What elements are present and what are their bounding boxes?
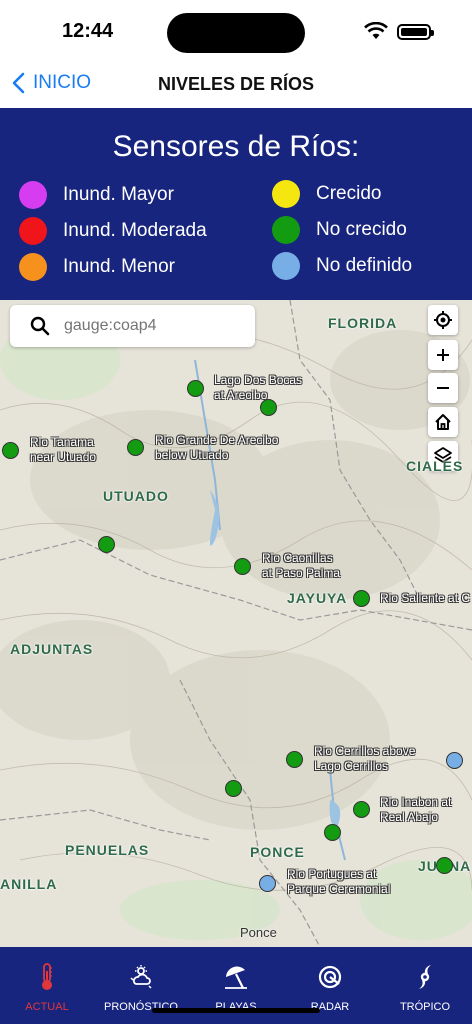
minus-icon xyxy=(437,387,449,389)
gauge-label[interactable]: Rio Cerrillos above Lago Cerrillos xyxy=(314,744,415,774)
gauge-label[interactable]: Rio Grande De Arecibo below Utuado xyxy=(155,433,278,463)
search-input[interactable] xyxy=(64,317,234,335)
place-label: PENUELAS xyxy=(65,842,150,858)
legend-dot xyxy=(19,181,47,209)
battery-icon xyxy=(397,24,434,40)
place-label: UTUADO xyxy=(103,488,169,504)
tab-pronostico[interactable]: PRONÓSTICO xyxy=(94,961,188,1013)
gauge-marker[interactable] xyxy=(98,536,115,553)
legend-label: No crecido xyxy=(316,219,407,240)
tab-label: TRÓPICO xyxy=(399,1001,451,1013)
home-extent-button[interactable] xyxy=(428,407,458,437)
gauge-marker[interactable] xyxy=(353,801,370,818)
gauge-marker[interactable] xyxy=(324,824,341,841)
legend-dot xyxy=(272,180,300,208)
legend-panel: Sensores de Ríos: Inund. Mayor Inund. Mo… xyxy=(0,108,472,300)
dynamic-island xyxy=(167,13,305,53)
legend-item-inund-moderada: Inund. Moderada xyxy=(19,217,207,245)
gauge-marker[interactable] xyxy=(2,442,19,459)
place-label: ANILLA xyxy=(0,876,58,892)
navigation-bar: INICIO NIVELES DE RÍOS xyxy=(0,62,472,108)
legend-label: No definido xyxy=(316,255,413,276)
legend-dot xyxy=(272,216,300,244)
status-time: 12:44 xyxy=(62,20,114,42)
legend-item-no-definido: No definido xyxy=(272,252,412,280)
gauge-marker[interactable] xyxy=(259,875,276,892)
gauge-marker[interactable] xyxy=(127,439,144,456)
legend-dot xyxy=(19,217,47,245)
home-indicator xyxy=(152,1008,320,1013)
legend-dot xyxy=(19,253,47,281)
home-icon xyxy=(435,414,451,430)
legend-label: Crecido xyxy=(316,183,382,204)
place-label: JAYUYA xyxy=(287,590,348,606)
forecast-icon xyxy=(130,965,152,989)
gauge-label[interactable]: Rio Caonillas at Paso Palma xyxy=(262,551,340,581)
legend-item-crecido: Crecido xyxy=(272,180,381,208)
legend-label: Inund. Mayor xyxy=(63,184,174,205)
zoom-in-button[interactable] xyxy=(428,340,458,370)
gauge-marker[interactable] xyxy=(436,857,453,874)
plus-icon xyxy=(437,349,449,361)
crosshair-icon xyxy=(434,311,452,329)
tab-playas[interactable]: PLAYAS xyxy=(189,961,283,1013)
page-title: NIVELES DE RÍOS xyxy=(157,74,315,94)
tab-tropico[interactable]: TRÓPICO xyxy=(378,961,472,1013)
gauge-label[interactable]: Rio Tanama near Utuado xyxy=(30,435,96,465)
legend-dot xyxy=(272,252,300,280)
tab-radar[interactable]: RADAR xyxy=(283,961,377,1013)
locate-button[interactable] xyxy=(428,305,458,335)
gauge-marker[interactable] xyxy=(187,380,204,397)
gauge-label[interactable]: Rio Portugues at Parque Ceremonial xyxy=(287,867,390,897)
gauge-marker[interactable] xyxy=(353,590,370,607)
tab-actual[interactable]: ACTUAL xyxy=(0,961,94,1013)
search-icon xyxy=(30,316,50,336)
gauge-marker[interactable] xyxy=(225,780,242,797)
beach-umbrella-icon xyxy=(225,966,247,989)
thermometer-icon xyxy=(42,963,52,990)
hurricane-icon xyxy=(419,965,431,989)
gauge-marker[interactable] xyxy=(446,752,463,769)
gauge-label[interactable]: Rio Inabon at Real Abajo xyxy=(380,795,451,825)
legend-item-no-crecido: No crecido xyxy=(272,216,407,244)
legend-label: Inund. Moderada xyxy=(63,220,207,241)
city-label: Ponce xyxy=(240,925,277,940)
wifi-icon xyxy=(364,22,388,39)
search-bar[interactable] xyxy=(10,305,255,347)
legend-item-inund-menor: Inund. Menor xyxy=(19,253,175,281)
place-label: CIALES xyxy=(406,458,464,474)
gauge-marker[interactable] xyxy=(286,751,303,768)
gauge-marker[interactable] xyxy=(234,558,251,575)
place-label: ADJUNTAS xyxy=(10,641,94,657)
gauge-label[interactable]: Lago Dos Bocas at Arecibo xyxy=(214,373,302,403)
status-bar: 12:44 xyxy=(0,0,472,62)
radar-icon xyxy=(318,965,342,989)
map-view[interactable]: FLORIDA CIALES UTUADO JAYUYA ADJUNTAS PE… xyxy=(0,300,472,947)
place-label: PONCE xyxy=(250,844,305,860)
legend-title: Sensores de Ríos: xyxy=(112,130,360,163)
legend-item-inund-mayor: Inund. Mayor xyxy=(19,181,174,209)
legend-label: Inund. Menor xyxy=(63,256,175,277)
place-label: FLORIDA xyxy=(328,315,398,331)
zoom-out-button[interactable] xyxy=(428,373,458,403)
gauge-label[interactable]: Rio Saliente at C xyxy=(380,591,470,606)
tab-label: ACTUAL xyxy=(25,1001,69,1013)
